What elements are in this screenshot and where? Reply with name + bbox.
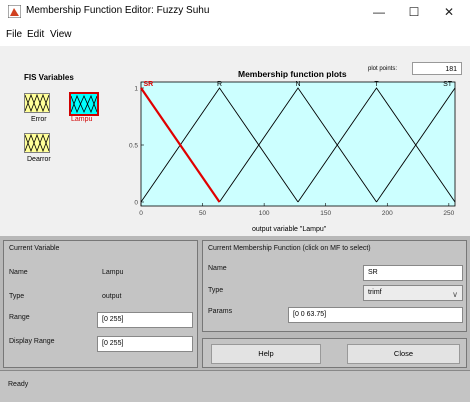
button-panel: Help Close — [202, 338, 467, 368]
mf-params-input[interactable]: [0 0 63.75] — [288, 307, 463, 323]
variable-name-label: Name — [9, 269, 28, 276]
menu-file[interactable]: File — [6, 29, 22, 40]
status-text: Ready — [8, 381, 29, 388]
mf-label-n: N — [295, 81, 300, 88]
range-label: Range — [9, 314, 30, 321]
variable-type-label: Type — [9, 293, 25, 300]
current-mf-panel: Current Membership Function (click on MF… — [202, 240, 467, 332]
x-axis-label: output variable "Lampu" — [252, 226, 327, 233]
mf-label-sr: SR — [144, 81, 154, 88]
current-variable-title: Current Variable — [9, 245, 60, 252]
mf-type-dropdown[interactable]: trimf ∨ — [363, 285, 463, 301]
x-tick-label: 200 — [382, 210, 393, 217]
x-tick-label: 150 — [320, 210, 331, 217]
close-button[interactable]: Close — [347, 344, 460, 364]
minimize-button[interactable]: — — [362, 2, 396, 22]
mf-name-label: Name — [208, 265, 227, 272]
y-tick-label: 0.5 — [129, 143, 138, 150]
mf-label-t: T — [374, 81, 379, 88]
x-tick-label: 100 — [259, 210, 270, 217]
menu-view[interactable]: View — [50, 29, 72, 40]
maximize-button[interactable]: ☐ — [397, 2, 431, 22]
mf-label-r: R — [217, 81, 222, 88]
status-bar: Ready — [0, 370, 470, 402]
membership-function-editor-window: Membership Function Editor: Fuzzy Suhu —… — [0, 0, 470, 402]
variable-name-value: Lampu — [102, 269, 124, 276]
plot-area — [140, 81, 456, 207]
menu-bar: File Edit View — [0, 24, 470, 46]
y-tick-label: 0 — [134, 200, 138, 207]
window-title: Membership Function Editor: Fuzzy Suhu — [26, 5, 210, 16]
display-range-input[interactable]: [0 255] — [97, 336, 193, 352]
current-variable-panel: Current Variable Name Lampu Type output … — [3, 240, 198, 368]
x-tick-label: 50 — [199, 210, 207, 217]
mf-type-value: trimf — [368, 289, 382, 296]
mf-label-st: ST — [443, 81, 453, 88]
chevron-down-icon: ∨ — [452, 290, 458, 299]
help-button[interactable]: Help — [211, 344, 321, 364]
y-tick-label: 1 — [134, 86, 138, 93]
close-window-button[interactable]: ✕ — [432, 2, 466, 22]
membership-function-plot[interactable]: 0 0.5 1 0 50 100 150 200 250 SR R N T ST — [0, 46, 470, 236]
top-panel: FIS Variables Error Lampu Dearror Member… — [0, 46, 470, 236]
x-tick-label: 250 — [443, 210, 454, 217]
mf-type-label: Type — [208, 287, 224, 294]
mf-params-label: Params — [208, 308, 233, 315]
x-tick-label: 0 — [139, 210, 143, 217]
range-input[interactable]: [0 255] — [97, 312, 193, 328]
title-bar: Membership Function Editor: Fuzzy Suhu —… — [0, 0, 470, 24]
matlab-icon — [8, 5, 21, 18]
mf-name-input[interactable]: SR — [363, 265, 463, 281]
display-range-label: Display Range — [9, 338, 55, 345]
current-mf-title: Current Membership Function (click on MF… — [208, 245, 371, 252]
variable-type-value: output — [102, 293, 122, 300]
menu-edit[interactable]: Edit — [27, 29, 44, 40]
